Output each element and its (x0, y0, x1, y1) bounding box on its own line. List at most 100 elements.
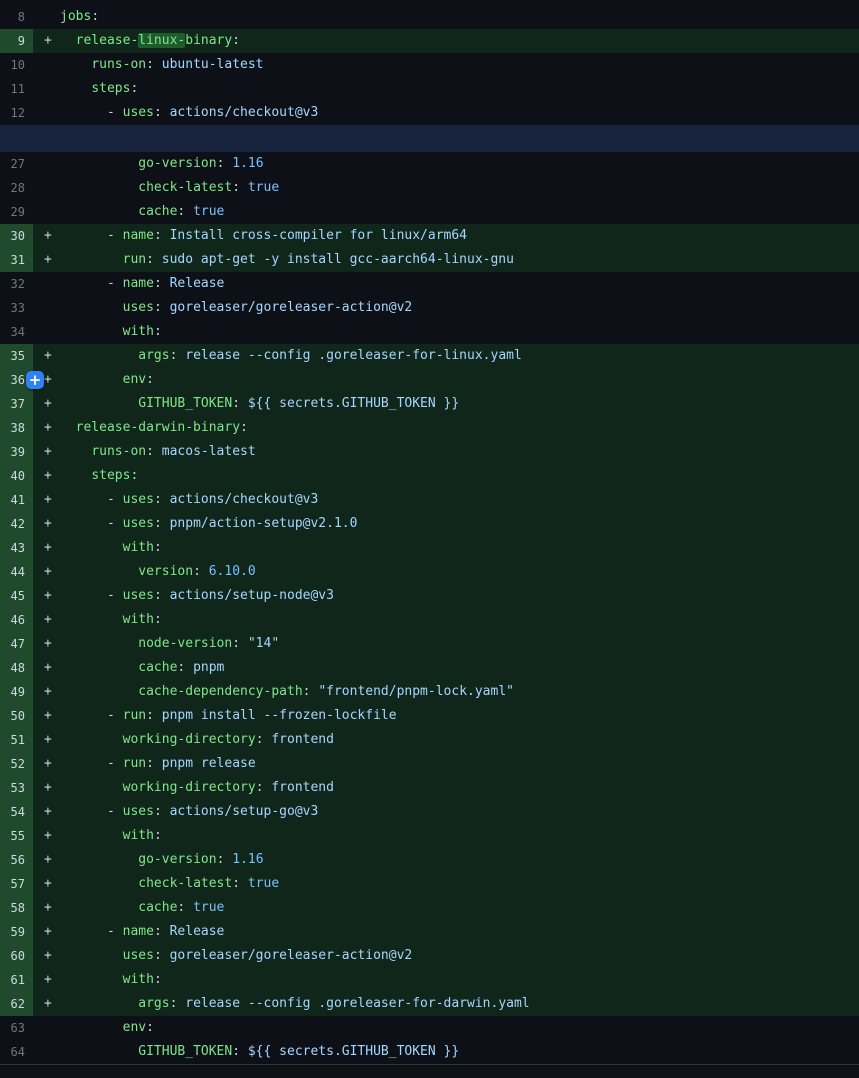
line-content: jobs: (60, 9, 99, 24)
line-code[interactable]: + - uses: actions/setup-node@v3 (33, 584, 859, 608)
line-code[interactable]: cache: true (33, 200, 859, 224)
line-number[interactable]: 10 (0, 53, 33, 77)
line-number[interactable]: 33 (0, 296, 33, 320)
line-code[interactable]: + go-version: 1.16 (33, 848, 859, 872)
line-number[interactable]: 51 (0, 728, 33, 752)
line-number[interactable]: 38 (0, 416, 33, 440)
line-code[interactable]: + run: sudo apt-get -y install gcc-aarch… (33, 248, 859, 272)
line-number[interactable]: 53 (0, 776, 33, 800)
line-code[interactable]: - uses: actions/checkout@v3 (33, 101, 859, 125)
line-number[interactable]: 12 (0, 101, 33, 125)
line-number[interactable]: 32 (0, 272, 33, 296)
diff-line: 53 + working-directory: frontend (0, 776, 859, 800)
line-code[interactable]: + with: (33, 536, 859, 560)
line-code[interactable]: + with: (33, 968, 859, 992)
line-code[interactable]: + working-directory: frontend (33, 776, 859, 800)
diff-marker: + (33, 224, 60, 248)
line-number[interactable]: 31 (0, 248, 33, 272)
line-number[interactable]: 50 (0, 704, 33, 728)
line-number[interactable]: 11 (0, 77, 33, 101)
line-number[interactable]: 43 (0, 536, 33, 560)
line-code[interactable]: + steps: (33, 464, 859, 488)
line-number[interactable]: 37 (0, 392, 33, 416)
diff-marker: + (33, 560, 60, 584)
line-code[interactable]: + uses: goreleaser/goreleaser-action@v2 (33, 944, 859, 968)
diff-marker: + (33, 728, 60, 752)
line-number[interactable]: 63 (0, 1016, 33, 1040)
expand-hunk-row[interactable] (0, 125, 859, 152)
line-number[interactable]: 44 (0, 560, 33, 584)
line-number[interactable]: 54 (0, 800, 33, 824)
line-number[interactable]: 60 (0, 944, 33, 968)
line-number[interactable]: 64 (0, 1040, 33, 1064)
line-code[interactable]: steps: (33, 77, 859, 101)
line-code[interactable]: + - name: Install cross-compiler for lin… (33, 224, 859, 248)
line-code[interactable]: + env: (33, 368, 859, 392)
line-number[interactable]: 27 (0, 152, 33, 176)
line-number[interactable]: 62 (0, 992, 33, 1016)
line-code[interactable]: + node-version: "14" (33, 632, 859, 656)
add-line-comment-button[interactable]: + (26, 371, 44, 389)
line-code[interactable]: + runs-on: macos-latest (33, 440, 859, 464)
line-code[interactable]: + - name: Release (33, 920, 859, 944)
line-code[interactable]: + - uses: actions/setup-go@v3 (33, 800, 859, 824)
line-code[interactable]: + args: release --config .goreleaser-for… (33, 344, 859, 368)
line-code[interactable]: + GITHUB_TOKEN: ${{ secrets.GITHUB_TOKEN… (33, 392, 859, 416)
line-code[interactable]: check-latest: true (33, 176, 859, 200)
line-code[interactable]: + - run: pnpm release (33, 752, 859, 776)
line-code[interactable]: + release-darwin-binary: (33, 416, 859, 440)
line-number[interactable]: 41 (0, 488, 33, 512)
line-code[interactable]: + cache: true (33, 896, 859, 920)
line-code[interactable]: with: (33, 320, 859, 344)
line-code[interactable]: + - uses: actions/checkout@v3 (33, 488, 859, 512)
diff-line: 43 + with: (0, 536, 859, 560)
diff-marker: + (33, 680, 60, 704)
line-code[interactable]: jobs: (33, 5, 859, 29)
line-content: with: (60, 612, 162, 627)
line-number[interactable]: 35 (0, 344, 33, 368)
line-number[interactable]: 9 (0, 29, 33, 53)
line-content: run: sudo apt-get -y install gcc-aarch64… (60, 252, 514, 267)
line-code[interactable]: go-version: 1.16 (33, 152, 859, 176)
line-code[interactable]: + with: (33, 608, 859, 632)
line-number[interactable]: 30 (0, 224, 33, 248)
diff-marker: + (33, 632, 60, 656)
line-number[interactable]: 56 (0, 848, 33, 872)
line-number[interactable]: 48 (0, 656, 33, 680)
line-number[interactable]: 58 (0, 896, 33, 920)
line-number[interactable]: 45 (0, 584, 33, 608)
line-number[interactable]: 8 (0, 5, 33, 29)
line-number[interactable]: 61 (0, 968, 33, 992)
line-number[interactable]: 47 (0, 632, 33, 656)
line-code[interactable]: + with: (33, 824, 859, 848)
line-number[interactable]: 49 (0, 680, 33, 704)
line-number[interactable]: 39 (0, 440, 33, 464)
line-number[interactable]: 59 (0, 920, 33, 944)
line-number[interactable]: 46 (0, 608, 33, 632)
line-code[interactable]: + version: 6.10.0 (33, 560, 859, 584)
line-code[interactable]: + working-directory: frontend (33, 728, 859, 752)
line-code[interactable]: - name: Release (33, 272, 859, 296)
line-code[interactable]: + cache: pnpm (33, 656, 859, 680)
line-number[interactable]: 28 (0, 176, 33, 200)
diff-line: 37 + GITHUB_TOKEN: ${{ secrets.GITHUB_TO… (0, 392, 859, 416)
line-code[interactable]: env: (33, 1016, 859, 1040)
line-number[interactable]: 29 (0, 200, 33, 224)
diff-line: 29 cache: true (0, 200, 859, 224)
line-number[interactable]: 55 (0, 824, 33, 848)
line-number[interactable]: 57 (0, 872, 33, 896)
diff-line: 56 + go-version: 1.16 (0, 848, 859, 872)
line-code[interactable]: + - uses: pnpm/action-setup@v2.1.0 (33, 512, 859, 536)
line-number[interactable]: 42 (0, 512, 33, 536)
line-code[interactable]: + cache-dependency-path: "frontend/pnpm-… (33, 680, 859, 704)
line-number[interactable]: 34 (0, 320, 33, 344)
line-number[interactable]: 52 (0, 752, 33, 776)
line-code[interactable]: uses: goreleaser/goreleaser-action@v2 (33, 296, 859, 320)
line-code[interactable]: + args: release --config .goreleaser-for… (33, 992, 859, 1016)
line-code[interactable]: runs-on: ubuntu-latest (33, 53, 859, 77)
line-code[interactable]: + - run: pnpm install --frozen-lockfile (33, 704, 859, 728)
line-code[interactable]: + release-linux-binary: (33, 29, 859, 53)
line-code[interactable]: + check-latest: true (33, 872, 859, 896)
line-code[interactable]: GITHUB_TOKEN: ${{ secrets.GITHUB_TOKEN }… (33, 1040, 859, 1064)
line-number[interactable]: 40 (0, 464, 33, 488)
